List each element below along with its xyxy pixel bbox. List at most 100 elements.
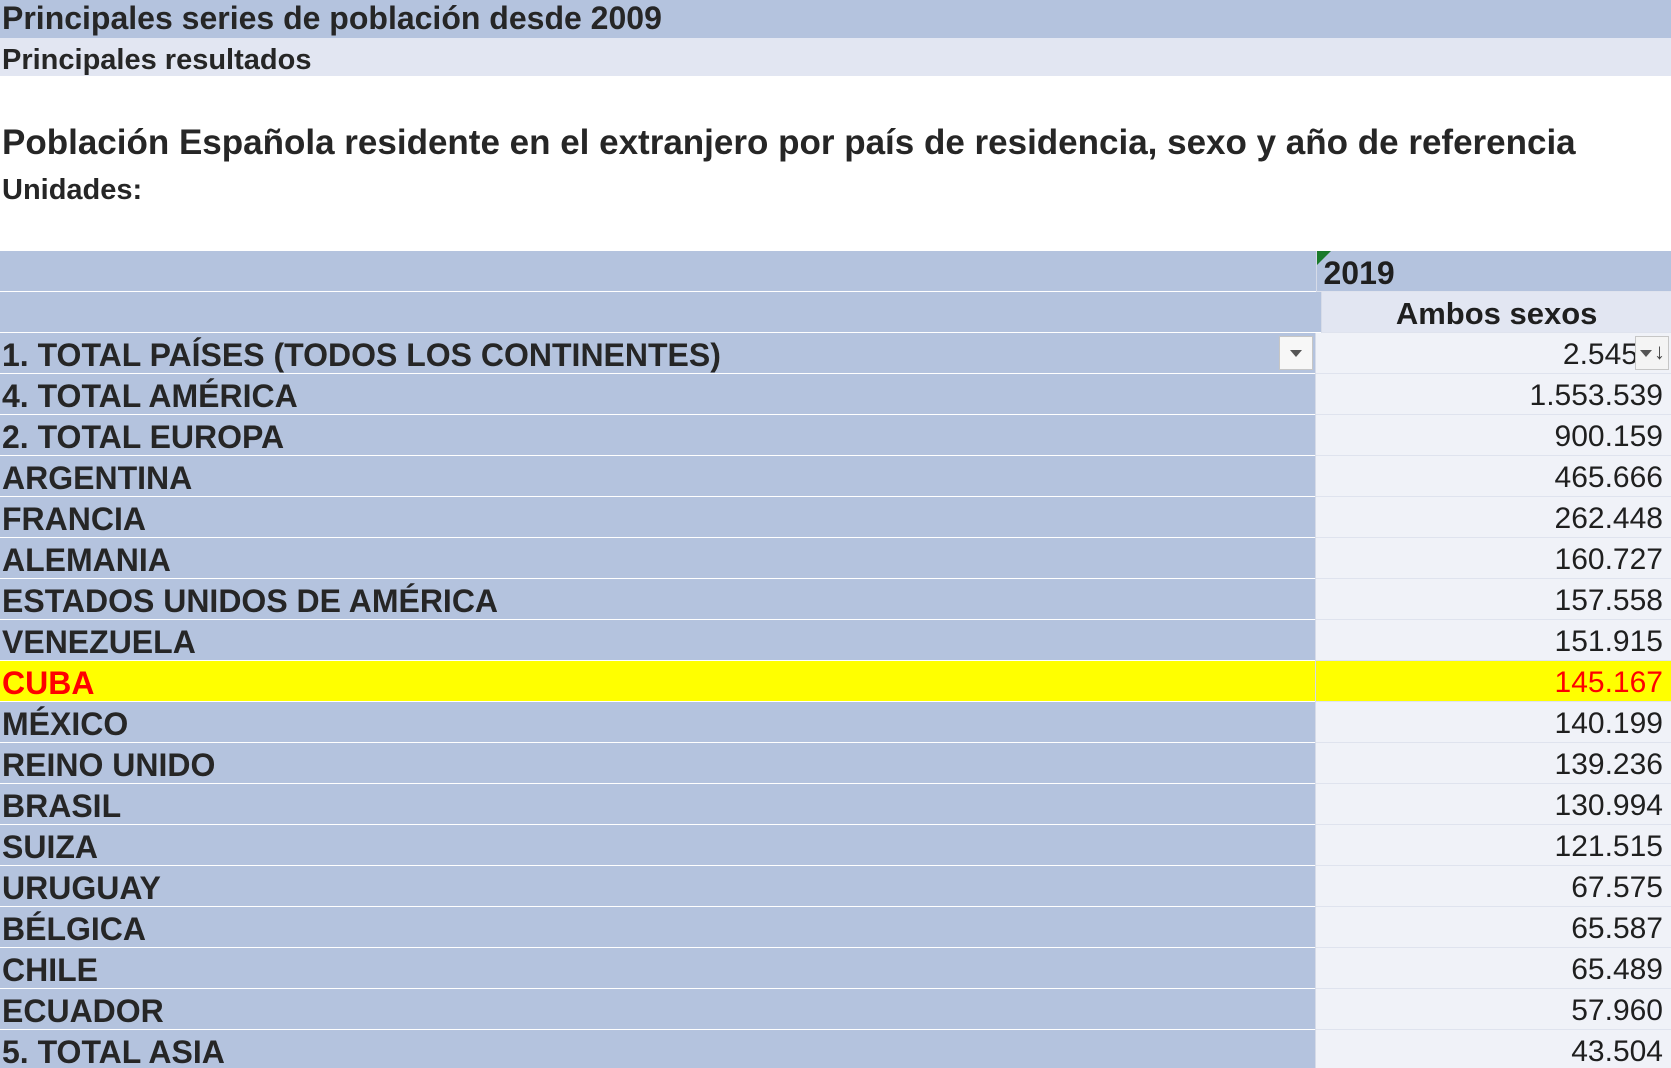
row-value-cell[interactable]: 121.515 [1314, 825, 1671, 866]
row-value-text: 157.558 [1554, 584, 1663, 617]
row-label-cell[interactable]: ESTADOS UNIDOS DE AMÉRICA [0, 579, 1315, 620]
row-label-text: ALEMANIA [2, 542, 171, 578]
row-label-cell[interactable]: ECUADOR [0, 989, 1315, 1030]
row-label-text: ARGENTINA [2, 460, 193, 496]
table-title-cell[interactable]: Población Española residente en el extra… [0, 120, 1671, 166]
row-label-cell[interactable]: ARGENTINA [0, 456, 1315, 497]
table-row: URUGUAY 67.575 [0, 866, 1671, 907]
row-value-text: 900.159 [1554, 420, 1663, 453]
table-row: ALEMANIA 160.727 [0, 538, 1671, 579]
row-value-text: 121.515 [1554, 830, 1663, 863]
row-label-text: 2. TOTAL EUROPA [2, 419, 285, 455]
row-value-cell[interactable]: 151.915 [1314, 620, 1671, 661]
table-row: REINO UNIDO 139.236 [0, 743, 1671, 784]
row-value-cell[interactable]: 65.587 [1314, 907, 1671, 948]
table-row: MÉXICO 140.199 [0, 702, 1671, 743]
row-label-cell[interactable]: ALEMANIA [0, 538, 1315, 579]
cell-comment-indicator-icon [1317, 251, 1332, 265]
row-value-text: 145.167 [1554, 666, 1663, 699]
row-value-cell[interactable]: 43.504 [1314, 1030, 1671, 1068]
row-value-cell[interactable]: 57.960 [1314, 989, 1671, 1030]
row-label-text: ESTADOS UNIDOS DE AMÉRICA [2, 583, 499, 619]
pivot-header-label-cell[interactable] [0, 251, 1317, 292]
row-label-cell[interactable]: 5. TOTAL ASIA [0, 1030, 1315, 1068]
row-value-text: 151.915 [1554, 625, 1663, 658]
row-label-cell[interactable]: MÉXICO [0, 702, 1315, 743]
row-label-text: 5. TOTAL ASIA [2, 1034, 225, 1068]
table-row: FRANCIA 262.448 [0, 497, 1671, 538]
row-label-cell[interactable]: CHILE [0, 948, 1315, 989]
table-row: BRASIL 130.994 [0, 784, 1671, 825]
row-value-cell[interactable]: 465.666 [1314, 456, 1671, 497]
row-label-cell[interactable]: FRANCIA [0, 497, 1315, 538]
row-value-cell[interactable]: 145.167 [1314, 661, 1671, 702]
row-label-cell[interactable]: REINO UNIDO [0, 743, 1315, 784]
row-label-text: VENEZUELA [2, 624, 196, 660]
row-value-cell[interactable]: 262.448 [1314, 497, 1671, 538]
row-value-text: 139.236 [1554, 748, 1663, 781]
row-label-cell[interactable]: SUIZA [0, 825, 1315, 866]
row-label-text: BRASIL [2, 788, 122, 824]
row-label-filter-button[interactable] [1278, 336, 1313, 370]
pivot-header-label-cell[interactable] [0, 292, 1322, 333]
table-row: CHILE 65.489 [0, 948, 1671, 989]
spreadsheet-sheet: Principales series de población desde 20… [0, 0, 1671, 1068]
row-label-cell[interactable]: 4. TOTAL AMÉRICA [0, 374, 1315, 415]
row-value-cell[interactable]: 900.159 [1314, 415, 1671, 456]
pivot-header-row-sex: Ambos sexos [0, 292, 1671, 333]
dropdown-filter-icon [1289, 350, 1302, 357]
row-label-text: REINO UNIDO [2, 747, 216, 783]
row-value-text: 67.575 [1571, 871, 1663, 904]
pivot-table: 2019 Ambos sexos 1. TOTAL PAÍSES (TODOS … [0, 251, 1671, 1068]
row-value-cell[interactable]: 157.558 [1314, 579, 1671, 620]
row-value-text: 160.727 [1554, 543, 1663, 576]
row-label-cell[interactable]: CUBA [0, 661, 1315, 702]
table-row: 2. TOTAL EUROPA 900.159 [0, 415, 1671, 456]
row-label-cell[interactable]: VENEZUELA [0, 620, 1315, 661]
row-label-cell[interactable]: 1. TOTAL PAÍSES (TODOS LOS CONTINENTES) [0, 333, 1315, 374]
row-value-text: 140.199 [1554, 707, 1663, 740]
year-header-cell[interactable]: 2019 [1316, 251, 1671, 292]
row-value-text: 65.587 [1571, 912, 1663, 945]
row-value-cell[interactable]: 139.236 [1314, 743, 1671, 784]
sex-header-cell[interactable]: Ambos sexos [1321, 292, 1671, 333]
table-row: 1. TOTAL PAÍSES (TODOS LOS CONTINENTES) 2… [0, 333, 1671, 374]
row-value-cell[interactable]: 1.553.539 [1314, 374, 1671, 415]
row-label-cell[interactable]: URUGUAY [0, 866, 1315, 907]
row-label-text: CHILE [2, 952, 98, 988]
row-label-text: ECUADOR [2, 993, 164, 1029]
row-value-cell[interactable]: 67.575 [1314, 866, 1671, 907]
row-label-text: CUBA [2, 665, 95, 701]
row-value-cell[interactable]: 160.727 [1314, 538, 1671, 579]
year-header-text: 2019 [1323, 255, 1395, 291]
sheet-subtitle-cell[interactable]: Principales resultados [0, 38, 1671, 76]
value-sort-filter-button[interactable]: ↓ [1635, 336, 1669, 370]
row-value-text: 262.448 [1554, 502, 1663, 535]
row-value-cell[interactable]: 2.545.7 ↓ [1314, 333, 1671, 374]
row-label-text: FRANCIA [2, 501, 146, 537]
sheet-title-cell[interactable]: Principales series de población desde 20… [0, 0, 1671, 38]
row-value-text: 65.489 [1571, 953, 1663, 986]
table-row: ECUADOR 57.960 [0, 989, 1671, 1030]
pivot-data-rows: 1. TOTAL PAÍSES (TODOS LOS CONTINENTES) 2… [0, 333, 1671, 1068]
row-value-cell[interactable]: 130.994 [1314, 784, 1671, 825]
sort-descending-icon: ↓ [1654, 339, 1665, 364]
row-value-text: 43.504 [1571, 1035, 1663, 1068]
row-label-text: SUIZA [2, 829, 98, 865]
table-row: CUBA 145.167 [0, 661, 1671, 702]
row-label-text: BÉLGICA [2, 911, 146, 947]
table-row: 5. TOTAL ASIA 43.504 [0, 1030, 1671, 1068]
table-row: BÉLGICA 65.587 [0, 907, 1671, 948]
units-label-cell[interactable]: Unidades: [0, 170, 1671, 210]
row-value-cell[interactable]: 140.199 [1314, 702, 1671, 743]
dropdown-filter-icon [1640, 350, 1652, 357]
row-value-cell[interactable]: 65.489 [1314, 948, 1671, 989]
row-value-text: 465.666 [1554, 461, 1663, 494]
row-label-cell[interactable]: BRASIL [0, 784, 1315, 825]
row-value-text: 1.553.539 [1529, 379, 1663, 412]
row-label-text: URUGUAY [2, 870, 161, 906]
row-label-text: 4. TOTAL AMÉRICA [2, 378, 298, 414]
row-label-cell[interactable]: 2. TOTAL EUROPA [0, 415, 1315, 456]
row-label-cell[interactable]: BÉLGICA [0, 907, 1315, 948]
table-row: VENEZUELA 151.915 [0, 620, 1671, 661]
